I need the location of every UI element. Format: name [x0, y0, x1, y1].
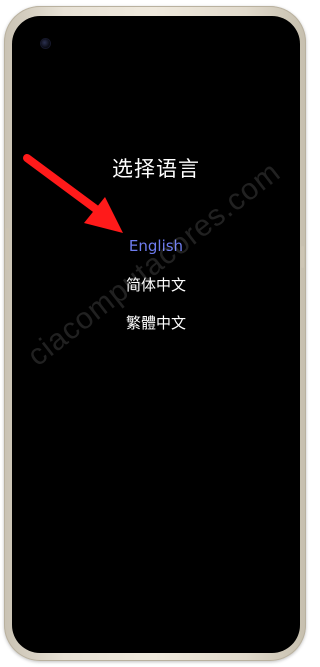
phone-frame: 选择语言 English 简体中文 繁體中文 ciacomputacores.c… — [4, 6, 306, 661]
front-camera-icon — [41, 39, 50, 48]
side-button — [301, 246, 304, 268]
phone-screen: 选择语言 English 简体中文 繁體中文 ciacomputacores.c… — [12, 16, 300, 653]
side-button — [6, 228, 9, 270]
